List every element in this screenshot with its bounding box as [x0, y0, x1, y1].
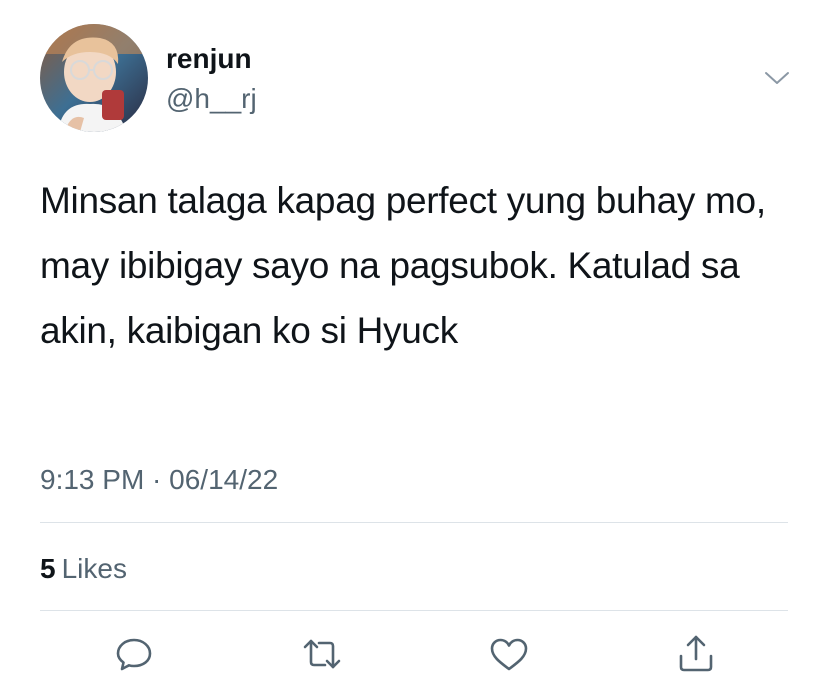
share-icon	[679, 635, 713, 672]
display-name[interactable]: renjun	[166, 42, 252, 76]
tweet-text: Minsan talaga kapag perfect yung buhay m…	[40, 180, 766, 351]
tweet-timestamp[interactable]: 9:13 PM · 06/14/22	[40, 460, 278, 500]
likes-label: Likes	[61, 553, 127, 584]
like-button[interactable]	[487, 632, 531, 676]
likes-stat[interactable]: 5 Likes	[40, 550, 127, 588]
chevron-down-icon[interactable]	[760, 64, 794, 92]
reply-icon	[116, 638, 152, 671]
user-handle[interactable]: @h__rj	[166, 82, 257, 116]
likes-count: 5	[40, 553, 56, 584]
retweet-icon	[303, 639, 341, 669]
share-button[interactable]	[674, 632, 718, 676]
divider	[40, 610, 788, 611]
avatar[interactable]	[40, 24, 148, 132]
reply-button[interactable]	[112, 632, 156, 676]
divider	[40, 522, 788, 523]
heart-icon	[490, 638, 528, 671]
retweet-button[interactable]	[300, 632, 344, 676]
